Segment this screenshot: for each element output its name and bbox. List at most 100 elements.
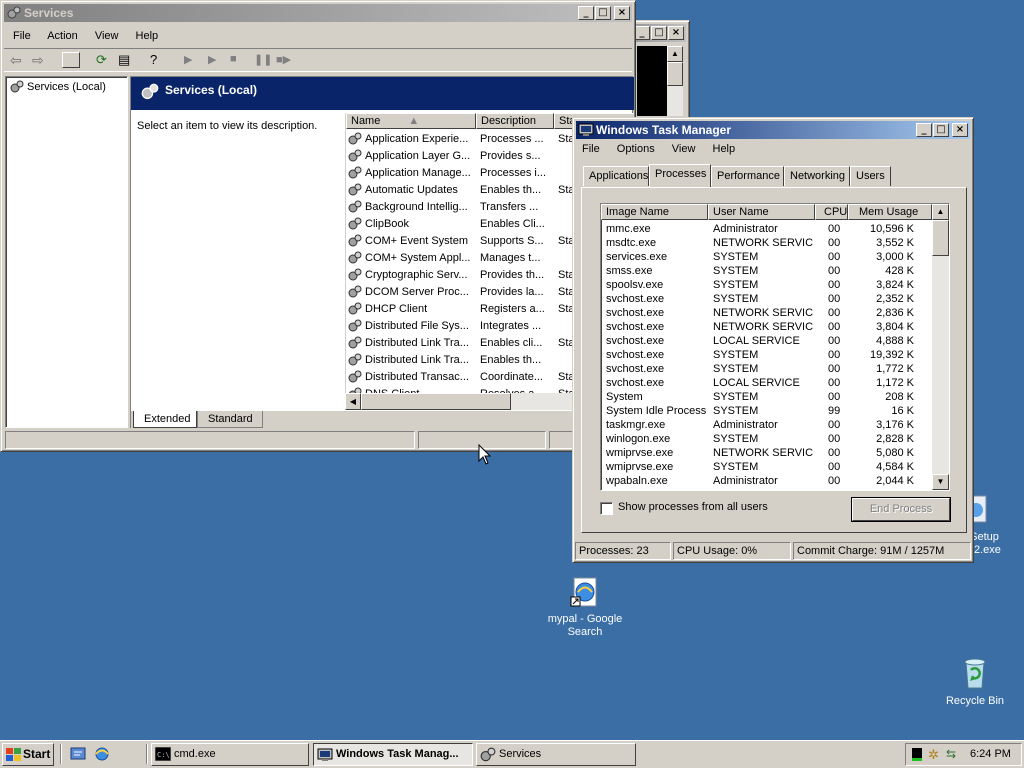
- process-row[interactable]: wmiprvse.exe NETWORK SERVICE 00 5,080 K: [601, 446, 932, 460]
- process-row[interactable]: smss.exe SYSTEM 00 428 K: [601, 264, 932, 278]
- column-header-mem-usage[interactable]: Mem Usage: [848, 204, 932, 220]
- scroll-down-button[interactable]: ▼: [932, 474, 949, 490]
- menu-help[interactable]: Help: [713, 143, 736, 155]
- scroll-thumb[interactable]: [361, 393, 511, 410]
- taskmgr-window[interactable]: Windows Task Manager _ □ × File Options …: [572, 117, 974, 563]
- end-process-button[interactable]: End Process: [852, 498, 950, 521]
- menu-file[interactable]: File: [582, 143, 600, 155]
- process-list[interactable]: Image Name User Name CPU Mem Usage mmc.e…: [600, 203, 950, 491]
- show-all-users-checkbox[interactable]: [600, 502, 613, 515]
- taskmgr-cpu-tray-icon[interactable]: [912, 748, 922, 761]
- scroll-up-button[interactable]: ▲: [667, 46, 683, 62]
- column-header-user-name[interactable]: User Name: [708, 204, 815, 220]
- vertical-scrollbar[interactable]: ▲ ▼: [932, 204, 949, 490]
- desktop-icon-mypal[interactable]: mypal - Google Search: [540, 574, 630, 644]
- forward-arrow-icon[interactable]: ⇨: [32, 52, 44, 69]
- menu-options[interactable]: Options: [617, 143, 655, 155]
- task-services[interactable]: Services: [476, 743, 636, 766]
- taskmgr-titlebar[interactable]: Windows Task Manager _ □ ×: [576, 121, 970, 139]
- process-row[interactable]: wpabaln.exe Administrator 00 2,044 K: [601, 474, 932, 488]
- process-row[interactable]: spoolsv.exe SYSTEM 00 3,824 K: [601, 278, 932, 292]
- play-resume-icon[interactable]: ▶: [208, 53, 216, 66]
- menu-action[interactable]: Action: [47, 30, 78, 42]
- network-tray-icon[interactable]: ⇆: [946, 747, 956, 761]
- process-row[interactable]: wmiprvse.exe SYSTEM 00 4,584 K: [601, 460, 932, 474]
- tab-applications[interactable]: Applications: [583, 166, 649, 186]
- process-row[interactable]: svchost.exe SYSTEM 00 19,392 K: [601, 348, 932, 362]
- tree-item-services-local[interactable]: Services (Local): [10, 80, 106, 94]
- minimize-button[interactable]: _: [578, 6, 594, 20]
- services-titlebar[interactable]: Services _ □ ×: [4, 4, 632, 22]
- close-button[interactable]: ×: [668, 26, 684, 40]
- internet-explorer-icon[interactable]: [94, 746, 110, 762]
- start-button[interactable]: Start: [2, 743, 54, 766]
- menu-file[interactable]: File: [13, 30, 31, 42]
- close-button[interactable]: ×: [952, 123, 968, 137]
- process-cpu: 00: [828, 475, 841, 487]
- show-desktop-icon[interactable]: [70, 746, 86, 762]
- process-row[interactable]: System Idle Process SYSTEM 99 16 K: [601, 404, 932, 418]
- process-row[interactable]: mmc.exe Administrator 00 10,596 K: [601, 222, 932, 236]
- tree-pane[interactable]: Services (Local): [5, 76, 128, 428]
- column-header-description[interactable]: Description: [476, 113, 554, 129]
- desktop-icon-recycle-bin[interactable]: Recycle Bin: [930, 656, 1020, 712]
- back-arrow-icon[interactable]: ⇦: [10, 52, 22, 69]
- service-description: Processes ...: [480, 133, 544, 145]
- process-row[interactable]: svchost.exe SYSTEM 00 1,772 K: [601, 362, 932, 376]
- process-row[interactable]: services.exe SYSTEM 00 3,000 K: [601, 250, 932, 264]
- scroll-left-button[interactable]: ◀: [345, 393, 361, 410]
- show-all-users-label[interactable]: Show processes from all users: [618, 501, 768, 513]
- minimize-button[interactable]: _: [916, 123, 932, 137]
- menu-view[interactable]: View: [672, 143, 696, 155]
- process-row[interactable]: svchost.exe NETWORK SERVICE 00 2,836 K: [601, 306, 932, 320]
- process-row[interactable]: svchost.exe LOCAL SERVICE 00 1,172 K: [601, 376, 932, 390]
- maximize-button[interactable]: □: [933, 123, 949, 137]
- menu-view[interactable]: View: [95, 30, 119, 42]
- tab-performance[interactable]: Performance: [711, 166, 784, 186]
- tab-processes[interactable]: Processes: [649, 164, 711, 187]
- play-icon[interactable]: ▶: [184, 53, 192, 66]
- process-image-name: wmiprvse.exe: [606, 461, 674, 473]
- close-button[interactable]: ×: [614, 6, 630, 20]
- process-row[interactable]: System SYSTEM 00 208 K: [601, 390, 932, 404]
- process-user-name: SYSTEM: [713, 461, 759, 473]
- process-mem-usage: 5,080 K: [876, 447, 914, 459]
- show-tree-icon[interactable]: [62, 52, 80, 68]
- tab-users[interactable]: Users: [850, 166, 891, 186]
- process-row[interactable]: svchost.exe LOCAL SERVICE 00 4,888 K: [601, 334, 932, 348]
- restart-icon[interactable]: ■▶: [276, 53, 291, 66]
- column-header-cpu[interactable]: CPU: [815, 204, 848, 220]
- column-header-name[interactable]: Name ▲: [346, 113, 476, 129]
- tab-networking[interactable]: Networking: [784, 166, 850, 186]
- column-header-image-name[interactable]: Image Name: [601, 204, 708, 220]
- process-user-name: SYSTEM: [713, 293, 759, 305]
- export-list-icon[interactable]: ▤: [118, 52, 130, 68]
- tab-standard[interactable]: Standard: [197, 411, 263, 428]
- maximize-button[interactable]: □: [651, 26, 667, 40]
- gear-tray-icon[interactable]: ✲: [928, 747, 939, 763]
- refresh-icon[interactable]: ⟳: [96, 52, 107, 68]
- maximize-button[interactable]: □: [595, 6, 611, 20]
- process-cpu: 00: [828, 279, 841, 291]
- clock[interactable]: 6:24 PM: [970, 748, 1011, 760]
- stop-icon[interactable]: ■: [230, 53, 237, 65]
- services-window[interactable]: Services _ □ × File Action View Help ⇦ ⇨…: [0, 0, 636, 452]
- pause-icon[interactable]: ❚❚: [254, 53, 272, 66]
- process-row[interactable]: winlogon.exe SYSTEM 00 2,828 K: [601, 432, 932, 446]
- scroll-thumb[interactable]: [667, 62, 683, 86]
- minimize-button[interactable]: _: [634, 26, 650, 40]
- tab-extended[interactable]: Extended: [133, 411, 197, 428]
- process-row[interactable]: taskmgr.exe Administrator 00 3,176 K: [601, 418, 932, 432]
- task-taskmgr[interactable]: Windows Task Manag...: [313, 743, 473, 766]
- process-row[interactable]: msdtc.exe NETWORK SERVICE 00 3,552 K: [601, 236, 932, 250]
- task-cmd[interactable]: C:\ cmd.exe: [151, 743, 309, 766]
- process-row[interactable]: svchost.exe SYSTEM 00 2,352 K: [601, 292, 932, 306]
- cmd-scrollbar[interactable]: ▲: [667, 46, 683, 116]
- help-icon[interactable]: ?: [150, 52, 157, 67]
- cmd-console[interactable]: [637, 46, 667, 116]
- scroll-up-button[interactable]: ▲: [932, 204, 949, 220]
- process-row[interactable]: svchost.exe NETWORK SERVICE 00 3,804 K: [601, 320, 932, 334]
- service-description: Provides th...: [480, 269, 545, 281]
- scroll-thumb[interactable]: [932, 220, 949, 256]
- menu-help[interactable]: Help: [136, 30, 159, 42]
